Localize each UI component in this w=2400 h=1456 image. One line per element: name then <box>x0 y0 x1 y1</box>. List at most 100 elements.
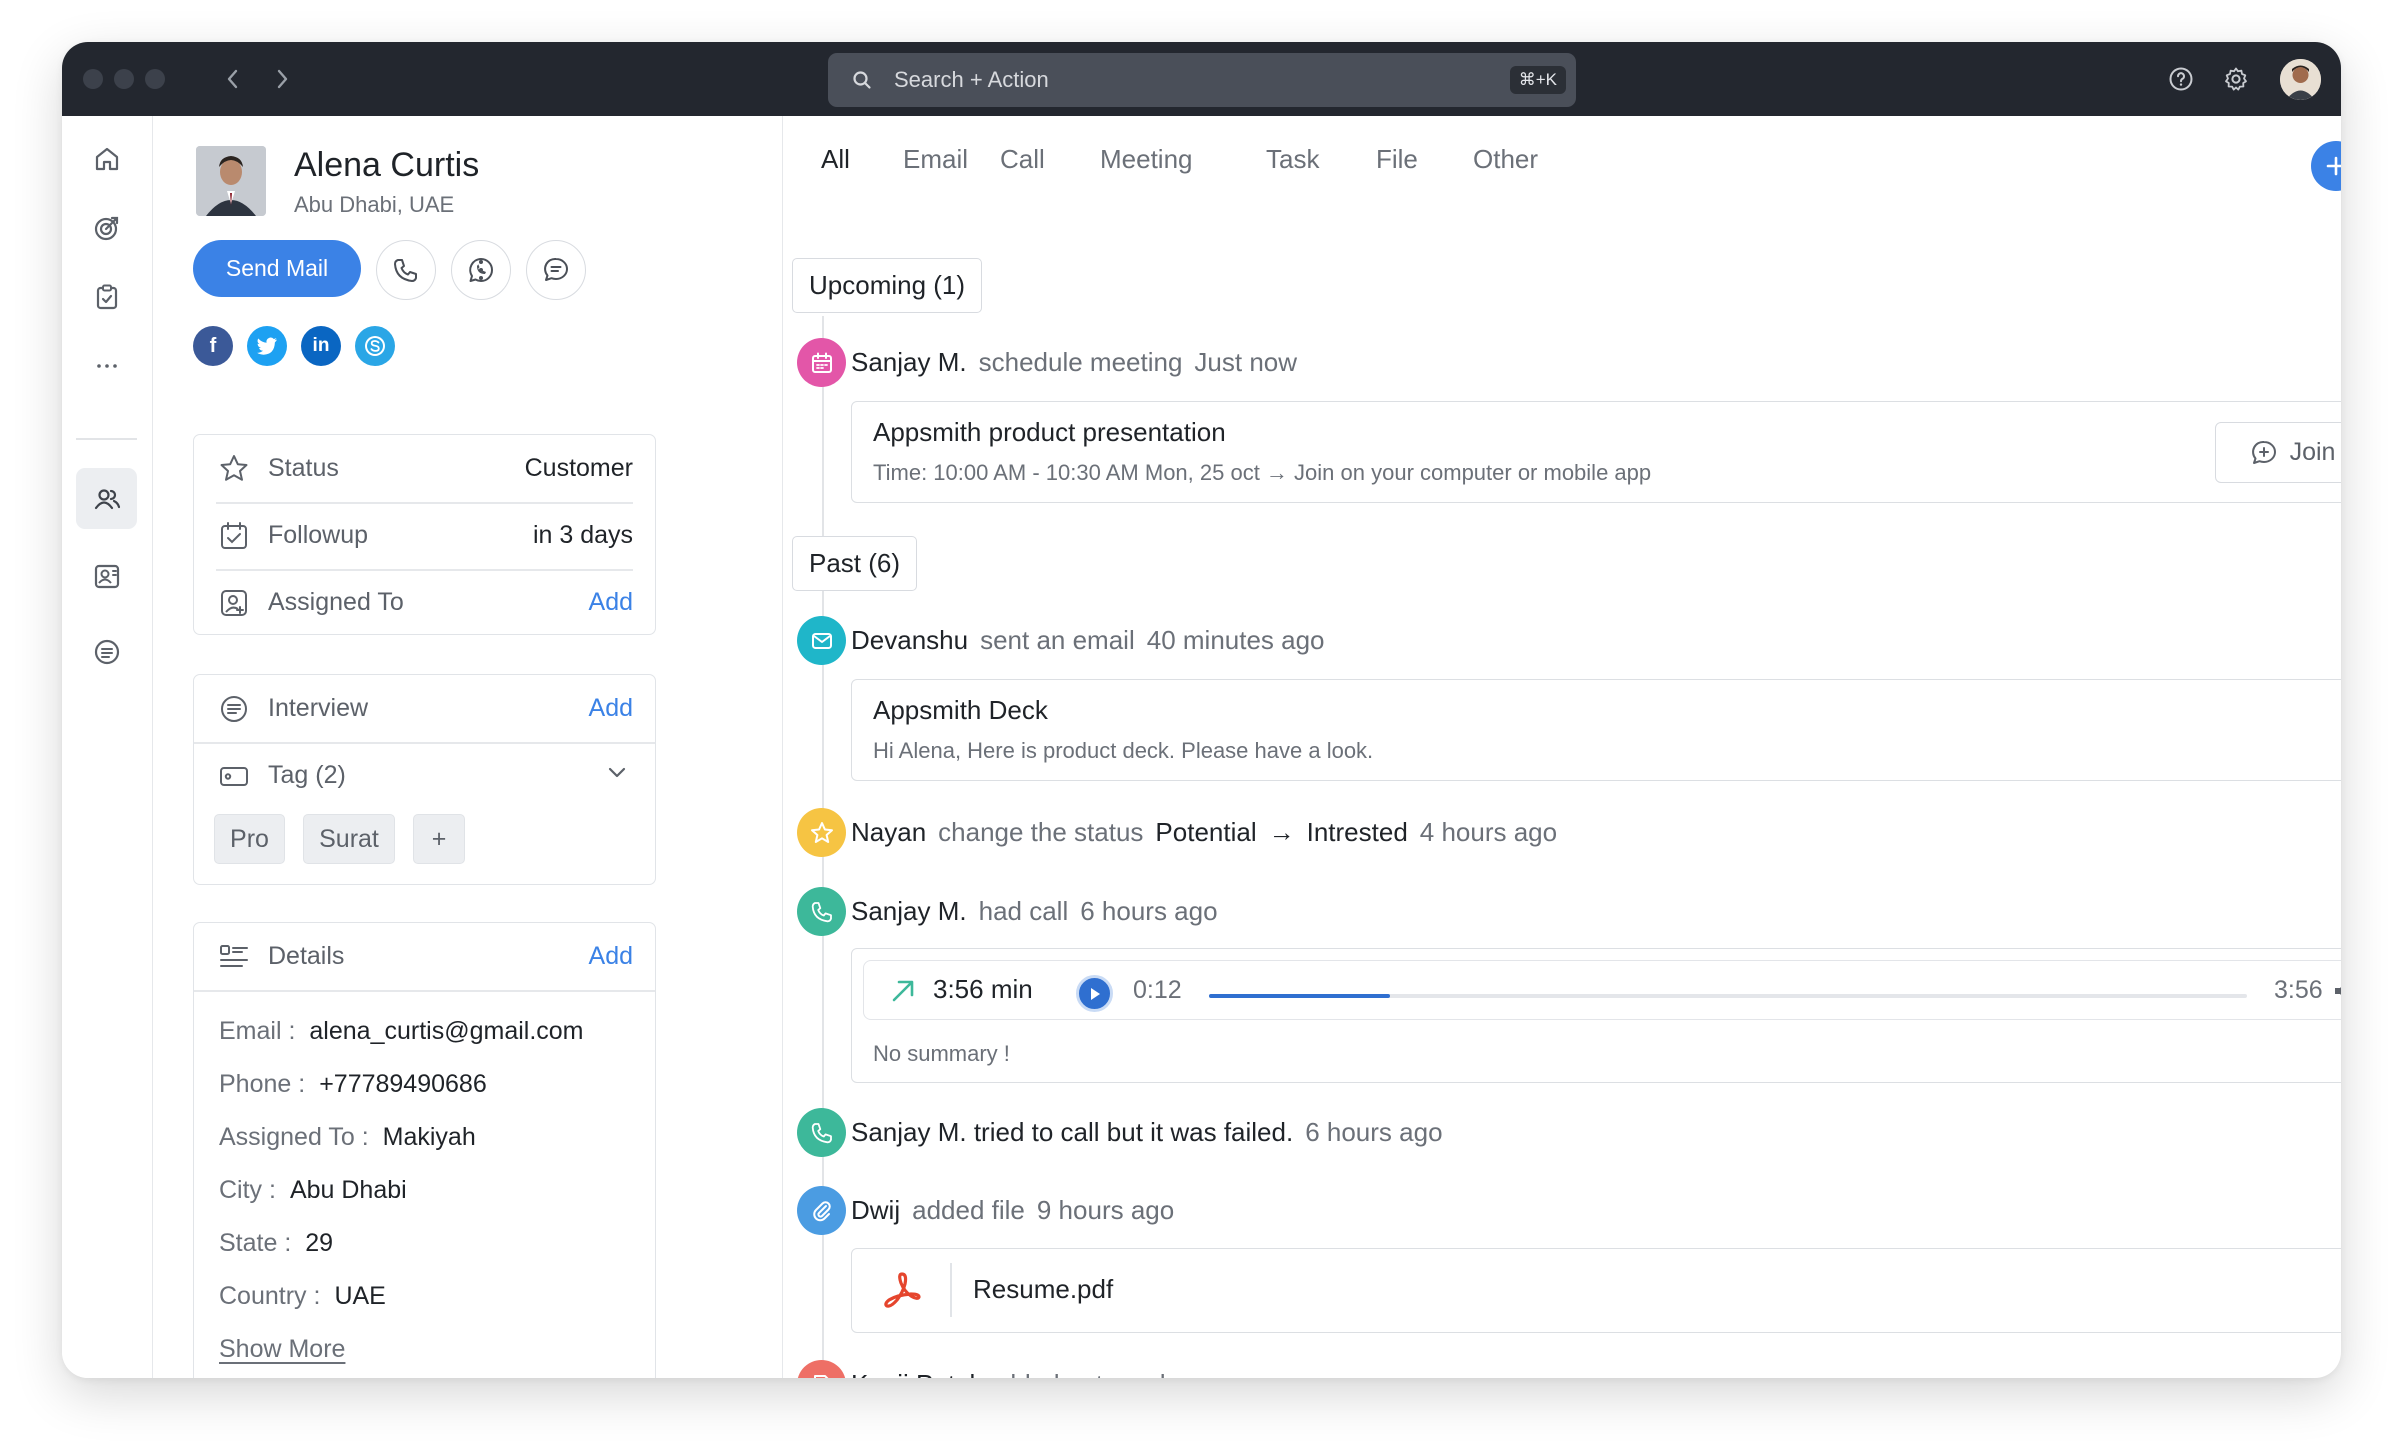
interview-add-link[interactable]: Add <box>589 694 633 723</box>
window-minimize-dot[interactable] <box>114 69 134 89</box>
event-author[interactable]: Devanshu <box>851 625 968 655</box>
chat-button[interactable] <box>526 240 586 300</box>
show-more-link[interactable]: Show More <box>219 1335 345 1364</box>
sidebar-item-contact-card[interactable] <box>76 545 137 606</box>
user-avatar[interactable] <box>2280 59 2321 100</box>
tab-task[interactable]: Task <box>1266 144 1319 175</box>
details-label: Details <box>268 942 345 970</box>
assign-user-icon <box>216 585 252 621</box>
help-icon[interactable] <box>2166 64 2196 94</box>
assigned-row: Assigned To Add <box>194 569 655 636</box>
tab-email[interactable]: Email <box>903 144 968 175</box>
forward-arrow-icon[interactable] <box>267 64 297 94</box>
email-card[interactable]: Appsmith Deck Hi Alena, Here is product … <box>851 679 2341 781</box>
phone-icon <box>394 259 417 282</box>
detail-value[interactable]: +77789490686 <box>319 1070 487 1099</box>
event-action: had call <box>978 896 1069 926</box>
more-options-icon[interactable] <box>468 254 494 286</box>
tab-meeting[interactable]: Meeting <box>1100 144 1193 175</box>
add-tag-button[interactable]: + <box>413 814 465 864</box>
skype-icon[interactable] <box>355 326 395 366</box>
tag-chip[interactable]: Surat <box>303 814 395 864</box>
detail-value: UAE <box>334 1282 386 1310</box>
call-recording-player: 3:56 min 0:12 3:56 <box>863 960 2341 1020</box>
status-event-line: Nayan change the status Potential → Intreste… <box>851 817 1557 848</box>
envelope-icon <box>811 632 832 649</box>
sidebar-item-contacts[interactable] <box>76 468 137 529</box>
sidebar-item-goals[interactable] <box>76 197 137 258</box>
followup-value[interactable]: in 3 days <box>533 521 633 550</box>
event-time: 6 hours ago <box>1080 896 1218 926</box>
search-bar[interactable]: Search + Action ⌘+K <box>828 53 1576 107</box>
play-button[interactable] <box>1076 975 1113 1012</box>
sidebar-item-messages[interactable] <box>76 621 137 682</box>
twitter-icon[interactable] <box>247 326 287 366</box>
sidebar-item-more[interactable] <box>76 335 137 396</box>
email-event-line: Devanshu sent an email 40 minutes ago <box>851 625 1325 656</box>
contact-photo <box>196 146 266 216</box>
chevron-down-icon[interactable] <box>607 766 627 785</box>
details-header: Details Add <box>194 923 655 990</box>
volume-icon[interactable] <box>2332 979 2341 1008</box>
window-zoom-dot[interactable] <box>145 69 165 89</box>
assigned-add-link[interactable]: Add <box>589 588 633 617</box>
meeting-card[interactable]: Appsmith product presentation Time: 10:0… <box>851 401 2341 503</box>
email-subject: Appsmith Deck <box>873 695 1048 725</box>
event-author[interactable]: Dwij <box>851 1195 900 1225</box>
note-more-icon[interactable]: ··· <box>1260 1369 1286 1378</box>
upcoming-section-label[interactable]: Upcoming (1) <box>792 258 983 313</box>
detail-phone: Phone : +77789490686 <box>219 1070 487 1099</box>
paperclip-icon <box>812 1200 831 1221</box>
followup-row[interactable]: Followup in 3 days <box>194 502 655 569</box>
event-author[interactable]: Nayan <box>851 817 926 847</box>
status-row[interactable]: Status Customer <box>194 435 655 502</box>
call-event-icon <box>797 887 846 936</box>
event-time: 40 minutes ago <box>1146 625 1325 655</box>
details-add-link[interactable]: Add <box>589 942 633 971</box>
status-value[interactable]: Customer <box>525 454 633 483</box>
linkedin-icon[interactable]: in <box>301 326 341 366</box>
event-time: 9 hours ago <box>1036 1195 1175 1225</box>
event-action: sent an email <box>980 625 1135 655</box>
outgoing-call-arrow-icon <box>890 978 916 1009</box>
detail-value[interactable]: alena_curtis@gmail.com <box>309 1017 583 1046</box>
sidebar-item-tasks[interactable] <box>76 266 137 327</box>
message-list-icon <box>94 639 119 664</box>
tab-call[interactable]: Call <box>1000 144 1045 175</box>
event-author[interactable]: Kanji Patel <box>851 1369 975 1378</box>
detail-label: Email : <box>219 1017 296 1045</box>
window-close-dot[interactable] <box>83 69 103 89</box>
tab-other[interactable]: Other <box>1473 144 1538 175</box>
tab-all[interactable]: All <box>821 144 850 175</box>
facebook-icon[interactable]: f <box>193 326 233 366</box>
meeting-title: Appsmith product presentation <box>873 417 1226 447</box>
join-meeting-button[interactable]: Join <box>2215 422 2341 483</box>
sidebar <box>62 116 153 1378</box>
file-card[interactable]: Resume.pdf <box>851 1248 2341 1333</box>
play-icon <box>1090 987 1100 1000</box>
file-event-icon <box>797 1186 846 1235</box>
past-section-label[interactable]: Past (6) <box>792 536 918 591</box>
calendar-icon <box>216 518 252 554</box>
add-activity-button[interactable] <box>2311 141 2341 191</box>
tab-file[interactable]: File <box>1376 144 1418 175</box>
pdf-file-icon <box>879 1268 925 1319</box>
interview-card: Interview Add Tag (2) Pro Surat + <box>193 674 656 885</box>
search-icon <box>852 69 874 91</box>
send-mail-button[interactable]: Send Mail <box>193 240 361 297</box>
detail-label: Assigned To : <box>219 1123 369 1151</box>
playback-progress-bar[interactable] <box>1209 994 2247 998</box>
tag-chip[interactable]: Pro <box>214 814 285 864</box>
note-event-line: Kanji Patel added note a day ago ··· <box>851 1369 1286 1378</box>
sidebar-item-home[interactable] <box>76 128 137 189</box>
event-time: Just now <box>1194 347 1298 377</box>
back-arrow-icon[interactable] <box>218 64 248 94</box>
tag-row[interactable]: Tag (2) <box>194 742 655 809</box>
call-button[interactable] <box>376 240 436 300</box>
event-author[interactable]: Sanjay M. <box>851 347 967 377</box>
event-author[interactable]: Sanjay M. <box>851 896 967 926</box>
event-time: 4 hours ago <box>1419 817 1558 847</box>
file-name[interactable]: Resume.pdf <box>973 1274 1113 1305</box>
assigned-label: Assigned To <box>268 588 404 616</box>
settings-gear-icon[interactable] <box>2221 64 2251 94</box>
